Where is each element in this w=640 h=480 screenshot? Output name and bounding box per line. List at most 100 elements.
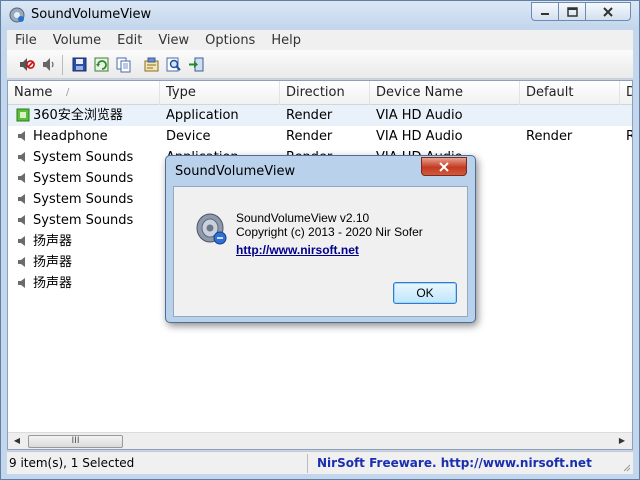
cell-extra — [626, 273, 632, 294]
cell-extra — [626, 210, 632, 231]
status-nirsoft-link[interactable]: NirSoft Freeware. http://www.nirsoft.net — [317, 456, 592, 470]
find-icon[interactable] — [165, 56, 182, 73]
restore-icon — [566, 6, 578, 17]
ok-button[interactable]: OK — [393, 282, 457, 304]
cell-type: Device — [166, 129, 211, 144]
refresh-icon[interactable] — [93, 56, 110, 73]
column-header: Name / Type Direction Device Name Defaul… — [8, 81, 632, 105]
table-row[interactable]: 360安全浏览器 Application Render VIA HD Audio — [8, 105, 632, 126]
dialog-title: SoundVolumeView — [175, 164, 296, 179]
cell-device: VIA HD Audio — [376, 108, 463, 123]
speaker-icon — [18, 152, 25, 162]
cell-name: 扬声器 — [33, 234, 73, 249]
exit-icon[interactable] — [188, 56, 205, 73]
save-icon[interactable] — [71, 56, 88, 73]
toolbar — [7, 50, 633, 79]
speaker-icon — [18, 194, 25, 204]
scroll-right-icon[interactable]: ▶ — [617, 436, 627, 446]
copy-icon[interactable] — [115, 56, 132, 73]
cell-direction: Render — [286, 108, 333, 123]
dialog-version: SoundVolumeView v2.10 — [236, 211, 370, 225]
about-dialog: SoundVolumeView SoundVolumeView v2.10 Co… — [165, 155, 476, 323]
title-bar[interactable]: SoundVolumeView — [1, 1, 639, 30]
cell-extra — [626, 189, 632, 210]
column-type-label: Type — [166, 85, 196, 100]
scroll-thumb[interactable]: III — [28, 435, 123, 448]
cell-direction: Render — [286, 129, 333, 144]
menu-view[interactable]: View — [150, 33, 197, 48]
cell-default — [526, 168, 620, 189]
speaker-icon — [18, 236, 25, 246]
menu-volume[interactable]: Volume — [45, 33, 109, 48]
cell-extra — [626, 231, 632, 252]
cell-extra — [626, 252, 632, 273]
cell-default: Render — [526, 129, 573, 144]
dialog-close-button[interactable] — [421, 157, 467, 176]
unmute-icon[interactable] — [40, 56, 57, 73]
cell-extra: R — [626, 126, 632, 147]
column-name-label: Name — [14, 85, 53, 100]
cell-name: System Sounds — [33, 213, 134, 228]
column-name[interactable]: Name / — [8, 81, 160, 105]
cell-extra — [626, 105, 632, 126]
cell-name: System Sounds — [33, 171, 134, 186]
minimize-icon — [541, 12, 549, 15]
cell-default — [526, 105, 620, 126]
cell-name: 扬声器 — [33, 255, 73, 270]
close-button[interactable] — [585, 2, 631, 21]
cell-default — [526, 147, 620, 168]
cell-name: System Sounds — [33, 192, 134, 207]
cell-type: Application — [166, 108, 239, 123]
column-d-label: D — [626, 85, 632, 100]
cell-default — [526, 189, 620, 210]
table-row[interactable]: Headphone Device Render VIA HD Audio Render R — [8, 126, 632, 147]
cell-default — [526, 231, 620, 252]
menu-edit[interactable]: Edit — [109, 33, 150, 48]
column-direction-label: Direction — [286, 85, 345, 100]
status-bar: 9 item(s), 1 Selected NirSoft Freeware. … — [7, 451, 633, 474]
speaker-icon — [18, 131, 25, 141]
column-type[interactable]: Type — [160, 81, 280, 105]
menu-options[interactable]: Options — [197, 33, 263, 48]
cell-name: Headphone — [33, 129, 108, 144]
column-d[interactable]: D — [620, 81, 632, 105]
app-speaker-icon — [9, 7, 25, 23]
cell-default — [526, 252, 620, 273]
scroll-left-icon[interactable]: ◀ — [12, 436, 22, 446]
speaker-icon — [18, 215, 25, 225]
close-icon — [603, 6, 613, 17]
cell-default — [526, 210, 620, 231]
app-icon — [16, 108, 30, 122]
scroll-thumb-grip: III — [71, 436, 80, 446]
column-device-name[interactable]: Device Name — [370, 81, 520, 105]
cell-name: System Sounds — [33, 150, 134, 165]
status-item-count: 9 item(s), 1 Selected — [9, 456, 135, 470]
column-default-label: Default — [526, 85, 574, 100]
cell-name: 360安全浏览器 — [33, 108, 123, 123]
speaker-icon — [18, 173, 25, 183]
horizontal-scrollbar[interactable]: ◀ III ▶ — [8, 432, 632, 449]
dialog-body: SoundVolumeView v2.10 Copyright (c) 2013… — [173, 186, 468, 317]
cell-extra — [626, 168, 632, 189]
app-logo-icon — [196, 213, 227, 245]
column-direction[interactable]: Direction — [280, 81, 370, 105]
menu-bar: File Volume Edit View Options Help — [7, 30, 633, 50]
mute-icon[interactable] — [18, 56, 35, 73]
resize-grip-icon[interactable] — [621, 462, 631, 472]
speaker-icon — [18, 257, 25, 267]
ok-button-label: OK — [416, 286, 434, 300]
properties-icon[interactable] — [143, 56, 160, 73]
menu-help[interactable]: Help — [263, 33, 309, 48]
cell-extra — [626, 147, 632, 168]
column-default[interactable]: Default — [520, 81, 620, 105]
cell-default — [526, 273, 620, 294]
close-icon — [439, 161, 449, 172]
maximize-button[interactable] — [558, 2, 586, 21]
minimize-button[interactable] — [531, 2, 559, 21]
menu-file[interactable]: File — [7, 33, 45, 48]
column-device-name-label: Device Name — [376, 85, 463, 100]
dialog-website-link[interactable]: http://www.nirsoft.net — [236, 243, 359, 257]
cell-device: VIA HD Audio — [376, 129, 463, 144]
toolbar-separator — [62, 55, 63, 75]
dialog-copyright: Copyright (c) 2013 - 2020 Nir Sofer — [236, 225, 423, 239]
